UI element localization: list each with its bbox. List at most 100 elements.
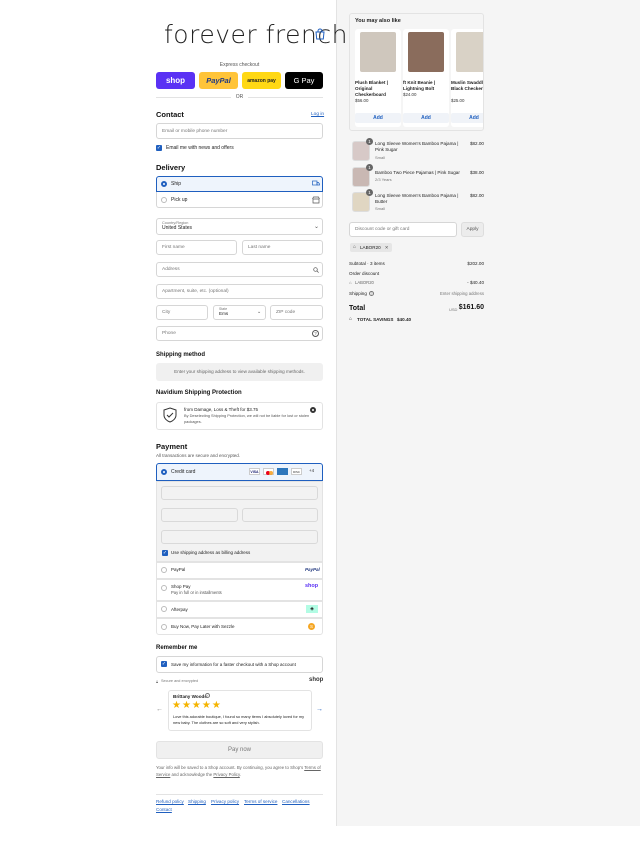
paypal-express-button[interactable]: PayPal: [199, 72, 238, 89]
subtotal-label: Subtotal · 3 items: [349, 261, 385, 266]
credit-card-radio[interactable]: [161, 469, 167, 475]
shop-logo: shop: [309, 677, 324, 683]
savings-tag-icon: ⌂: [349, 316, 353, 322]
subtotal-value: $202.00: [467, 261, 484, 266]
login-link[interactable]: Log in: [311, 112, 324, 117]
discount-code-field[interactable]: Discount code or gift card: [349, 222, 457, 237]
savings-value: $40.40: [397, 317, 412, 322]
name-on-card-field[interactable]: [161, 530, 318, 544]
search-icon: [313, 267, 319, 273]
cart-item-price: $38.00: [469, 170, 484, 175]
review-next-icon[interactable]: →: [316, 706, 323, 713]
discover-icon: DISC: [291, 468, 302, 475]
savings-label: TOTAL SAVINGS: [357, 317, 394, 322]
ship-radio[interactable]: [161, 181, 167, 187]
rating-stars-icon: ★★★★★: [172, 700, 222, 711]
email-field[interactable]: Email or mobile phone number: [156, 123, 323, 139]
review-author: Brittany Woods: [173, 694, 207, 699]
paypal-radio[interactable]: [161, 567, 167, 573]
help-icon[interactable]: ?: [312, 330, 319, 337]
upsell-image[interactable]: [408, 32, 444, 72]
review-prev-icon[interactable]: ←: [156, 706, 163, 713]
last-name-field[interactable]: Last name: [242, 240, 323, 255]
shipping-info-icon[interactable]: ?: [369, 291, 374, 296]
cart-item-variant: Small: [375, 206, 386, 211]
divider-right: [248, 97, 323, 98]
billing-checkbox[interactable]: ✓: [162, 550, 168, 556]
protection-toggle[interactable]: [310, 407, 316, 413]
truck-icon: [312, 180, 320, 186]
sezzle-logo-icon: S: [308, 623, 315, 630]
upsell-image[interactable]: [456, 32, 483, 72]
upsell-price: $25.00: [451, 98, 465, 103]
shopping-bag-icon[interactable]: [314, 28, 326, 40]
card-number-field[interactable]: [161, 486, 318, 500]
pickup-radio[interactable]: [161, 197, 167, 203]
shop-pay-label: Shop Pay: [171, 584, 191, 589]
footer-link-contact[interactable]: Contact: [156, 807, 172, 812]
ship-label: Ship: [171, 181, 182, 187]
city-field[interactable]: City: [156, 305, 208, 320]
verified-icon: ✓: [205, 693, 210, 698]
cart-item-name: Long Sleeve Women's Bamboo Pajama | Pink…: [375, 141, 459, 152]
footer-link-refund[interactable]: Refund policy: [156, 799, 184, 804]
upsell-heading: You may also like: [355, 18, 401, 24]
cart-item-quantity: 1: [366, 138, 373, 145]
remove-discount-icon[interactable]: ✕: [385, 245, 389, 250]
payment-subtitle: All transactions are secure and encrypte…: [156, 453, 241, 458]
upsell-add-button[interactable]: Add: [355, 113, 401, 123]
amazon-pay-express-button[interactable]: amazon pay: [242, 72, 281, 89]
footer-divider: [156, 794, 323, 795]
privacy-policy-link[interactable]: Privacy Policy: [213, 772, 239, 777]
tag-icon: ⌂: [353, 244, 357, 250]
afterpay-radio[interactable]: [161, 606, 167, 612]
or-label: OR: [235, 94, 244, 100]
cart-item-variant: 2/3 Years: [375, 177, 392, 182]
delivery-heading: Delivery: [156, 163, 186, 172]
google-pay-express-button[interactable]: G Pay: [285, 72, 323, 89]
cart-item-quantity: 1: [366, 164, 373, 171]
first-name-field[interactable]: First name: [156, 240, 237, 255]
upsell-image[interactable]: [360, 32, 396, 72]
terms-pre: Your info will be saved to a Shop accoun…: [156, 765, 304, 770]
mastercard-icon: [263, 468, 274, 475]
secure-label: Secure and encrypted: [161, 679, 199, 683]
footer-link-shipping[interactable]: Shipping: [188, 799, 206, 804]
country-select[interactable]: Country/Region United States: [156, 218, 323, 235]
pickup-label: Pick up: [171, 197, 188, 203]
shop-pay-express-button[interactable]: shop: [156, 72, 195, 89]
amex-icon: [277, 468, 288, 475]
total-value: $161.60: [458, 304, 484, 311]
country-value: United States: [162, 225, 193, 231]
apartment-field[interactable]: Apartment, suite, etc. (optional): [156, 284, 323, 299]
shop-pay-logo-icon: shop: [305, 583, 319, 589]
payment-heading: Payment: [156, 442, 188, 451]
security-code-field[interactable]: [242, 508, 318, 522]
total-label: Total: [349, 305, 366, 312]
footer-link-privacy[interactable]: Privacy policy: [211, 799, 239, 804]
discount-value: - $40.40: [467, 280, 484, 285]
upsell-name[interactable]: Plush Blanket | Original Checkerboard: [355, 80, 401, 98]
contact-heading: Contact: [156, 110, 184, 119]
cart-item-quantity: 1: [366, 189, 373, 196]
upsell-name[interactable]: ft Knit Beanie | Lightning Bolt: [403, 80, 449, 92]
footer-link-cancellations[interactable]: Cancellations: [282, 799, 310, 804]
apply-discount-button[interactable]: Apply: [461, 222, 484, 237]
cart-item-price: $82.00: [469, 193, 484, 198]
newsletter-checkbox[interactable]: ✓: [156, 145, 162, 151]
pay-now-button[interactable]: Pay now: [156, 741, 323, 759]
sezzle-radio[interactable]: [161, 624, 167, 630]
zip-field[interactable]: ZIP code: [270, 305, 323, 320]
shop-pay-radio[interactable]: [161, 585, 167, 591]
expiration-field[interactable]: [161, 508, 238, 522]
ship-option[interactable]: [156, 176, 323, 192]
save-info-checkbox[interactable]: ✓: [161, 661, 167, 667]
upsell-add-button[interactable]: Add: [403, 113, 449, 123]
address-field[interactable]: Address: [156, 262, 323, 277]
shipping-label: Shipping: [349, 291, 367, 296]
discount-tag-icon: ⌂: [349, 280, 352, 285]
upsell-name[interactable]: Muslin Swaddle | Black Checkerboard: [451, 80, 483, 92]
footer-link-terms[interactable]: Terms of service: [244, 799, 277, 804]
upsell-add-button[interactable]: Add: [451, 113, 483, 123]
phone-field[interactable]: Phone: [156, 326, 323, 341]
